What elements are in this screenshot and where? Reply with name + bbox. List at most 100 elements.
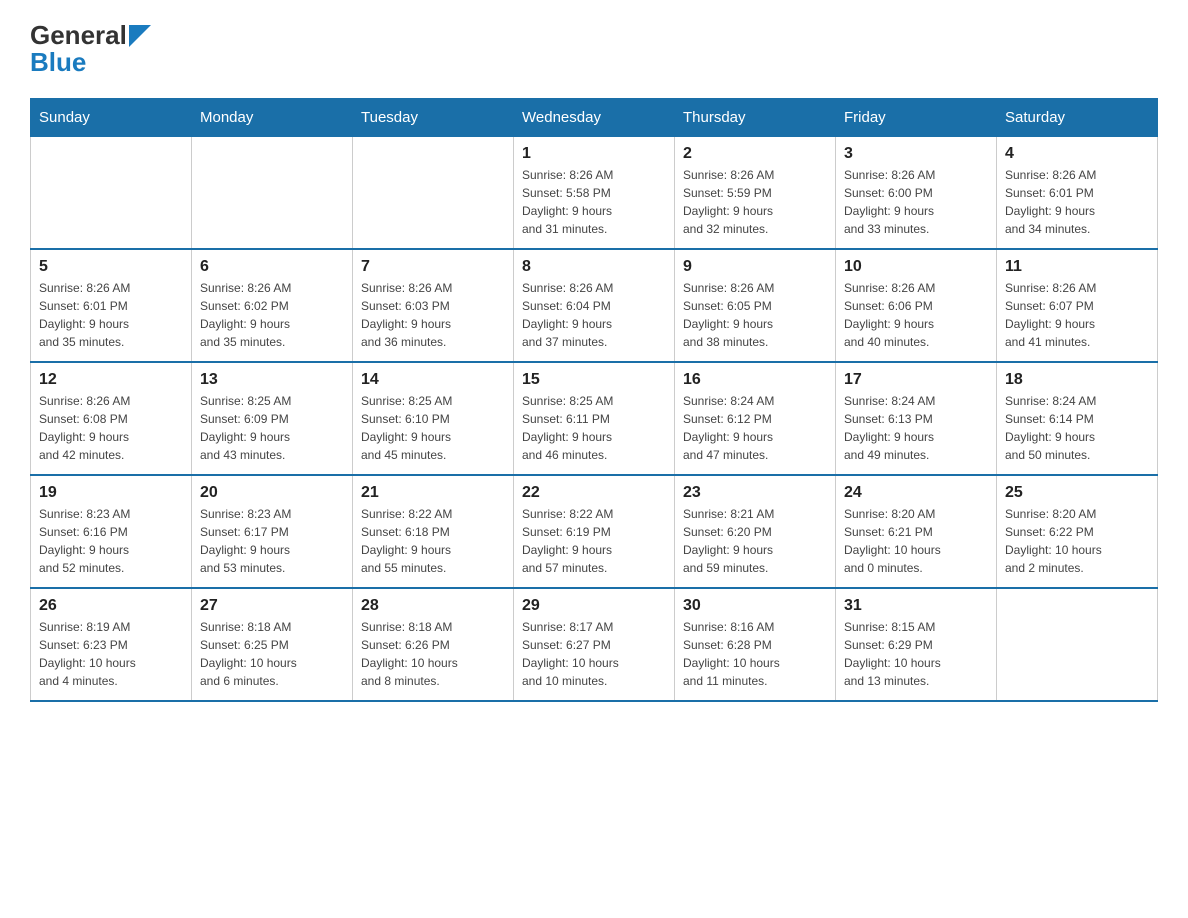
calendar-day-cell: 5 Sunrise: 8:26 AM Sunset: 6:01 PM Daylig… — [31, 249, 192, 362]
day-info: Sunrise: 8:20 AM Sunset: 6:21 PM Dayligh… — [844, 505, 988, 577]
day-info: Sunrise: 8:21 AM Sunset: 6:20 PM Dayligh… — [683, 505, 827, 577]
day-number: 7 — [361, 258, 505, 276]
day-info: Sunrise: 8:16 AM Sunset: 6:28 PM Dayligh… — [683, 618, 827, 690]
day-info: Sunrise: 8:25 AM Sunset: 6:10 PM Dayligh… — [361, 392, 505, 464]
calendar-day-cell: 29 Sunrise: 8:17 AM Sunset: 6:27 PM Dayli… — [514, 588, 675, 701]
calendar-day-cell — [997, 588, 1158, 701]
day-info: Sunrise: 8:26 AM Sunset: 6:01 PM Dayligh… — [39, 279, 183, 351]
day-number: 30 — [683, 597, 827, 615]
weekday-header-sunday: Sunday — [31, 99, 192, 137]
day-info: Sunrise: 8:23 AM Sunset: 6:17 PM Dayligh… — [200, 505, 344, 577]
day-info: Sunrise: 8:26 AM Sunset: 5:59 PM Dayligh… — [683, 166, 827, 238]
calendar-day-cell: 10 Sunrise: 8:26 AM Sunset: 6:06 PM Dayli… — [836, 249, 997, 362]
logo-blue-text: Blue — [30, 47, 86, 78]
weekday-header-monday: Monday — [192, 99, 353, 137]
day-number: 11 — [1005, 258, 1149, 276]
day-info: Sunrise: 8:24 AM Sunset: 6:12 PM Dayligh… — [683, 392, 827, 464]
calendar-day-cell: 30 Sunrise: 8:16 AM Sunset: 6:28 PM Dayli… — [675, 588, 836, 701]
calendar-day-cell: 12Sunrise: 8:26 AM Sunset: 6:08 PM Dayli… — [31, 362, 192, 475]
day-number: 5 — [39, 258, 183, 276]
logo: General Blue — [30, 20, 151, 78]
calendar-day-cell: 15Sunrise: 8:25 AM Sunset: 6:11 PM Dayli… — [514, 362, 675, 475]
day-info: Sunrise: 8:26 AM Sunset: 6:06 PM Dayligh… — [844, 279, 988, 351]
logo-triangle-icon — [129, 25, 151, 47]
day-number: 1 — [522, 145, 666, 163]
calendar-day-cell: 18 Sunrise: 8:24 AM Sunset: 6:14 PM Dayli… — [997, 362, 1158, 475]
calendar-day-cell: 16 Sunrise: 8:24 AM Sunset: 6:12 PM Dayli… — [675, 362, 836, 475]
calendar-day-cell: 8Sunrise: 8:26 AM Sunset: 6:04 PM Daylig… — [514, 249, 675, 362]
calendar-day-cell: 7 Sunrise: 8:26 AM Sunset: 6:03 PM Daylig… — [353, 249, 514, 362]
calendar-body: 1 Sunrise: 8:26 AM Sunset: 5:58 PM Daylig… — [31, 137, 1158, 702]
calendar-day-cell — [192, 137, 353, 250]
day-info: Sunrise: 8:22 AM Sunset: 6:19 PM Dayligh… — [522, 505, 666, 577]
day-info: Sunrise: 8:23 AM Sunset: 6:16 PM Dayligh… — [39, 505, 183, 577]
weekday-header-friday: Friday — [836, 99, 997, 137]
calendar-day-cell: 3 Sunrise: 8:26 AM Sunset: 6:00 PM Daylig… — [836, 137, 997, 250]
day-info: Sunrise: 8:20 AM Sunset: 6:22 PM Dayligh… — [1005, 505, 1149, 577]
calendar-week-row: 1 Sunrise: 8:26 AM Sunset: 5:58 PM Daylig… — [31, 137, 1158, 250]
day-number: 27 — [200, 597, 344, 615]
page-header: General Blue — [30, 20, 1158, 78]
day-info: Sunrise: 8:24 AM Sunset: 6:13 PM Dayligh… — [844, 392, 988, 464]
day-number: 29 — [522, 597, 666, 615]
day-number: 25 — [1005, 484, 1149, 502]
calendar-day-cell: 21Sunrise: 8:22 AM Sunset: 6:18 PM Dayli… — [353, 475, 514, 588]
day-number: 24 — [844, 484, 988, 502]
calendar-day-cell — [31, 137, 192, 250]
calendar-day-cell: 6 Sunrise: 8:26 AM Sunset: 6:02 PM Daylig… — [192, 249, 353, 362]
calendar-week-row: 19 Sunrise: 8:23 AM Sunset: 6:16 PM Dayli… — [31, 475, 1158, 588]
calendar-day-cell: 4 Sunrise: 8:26 AM Sunset: 6:01 PM Daylig… — [997, 137, 1158, 250]
day-info: Sunrise: 8:26 AM Sunset: 6:07 PM Dayligh… — [1005, 279, 1149, 351]
calendar-table: SundayMondayTuesdayWednesdayThursdayFrid… — [30, 98, 1158, 702]
day-number: 20 — [200, 484, 344, 502]
day-info: Sunrise: 8:26 AM Sunset: 6:00 PM Dayligh… — [844, 166, 988, 238]
calendar-day-cell: 11 Sunrise: 8:26 AM Sunset: 6:07 PM Dayli… — [997, 249, 1158, 362]
day-number: 15 — [522, 371, 666, 389]
weekday-header-thursday: Thursday — [675, 99, 836, 137]
calendar-header: SundayMondayTuesdayWednesdayThursdayFrid… — [31, 99, 1158, 137]
weekday-header-saturday: Saturday — [997, 99, 1158, 137]
calendar-week-row: 5 Sunrise: 8:26 AM Sunset: 6:01 PM Daylig… — [31, 249, 1158, 362]
day-info: Sunrise: 8:26 AM Sunset: 6:02 PM Dayligh… — [200, 279, 344, 351]
calendar-day-cell — [353, 137, 514, 250]
day-info: Sunrise: 8:26 AM Sunset: 6:04 PM Dayligh… — [522, 279, 666, 351]
day-number: 26 — [39, 597, 183, 615]
calendar-week-row: 12Sunrise: 8:26 AM Sunset: 6:08 PM Dayli… — [31, 362, 1158, 475]
day-number: 6 — [200, 258, 344, 276]
calendar-week-row: 26 Sunrise: 8:19 AM Sunset: 6:23 PM Dayli… — [31, 588, 1158, 701]
calendar-day-cell: 27Sunrise: 8:18 AM Sunset: 6:25 PM Dayli… — [192, 588, 353, 701]
day-number: 23 — [683, 484, 827, 502]
calendar-day-cell: 22 Sunrise: 8:22 AM Sunset: 6:19 PM Dayli… — [514, 475, 675, 588]
calendar-day-cell: 26 Sunrise: 8:19 AM Sunset: 6:23 PM Dayli… — [31, 588, 192, 701]
day-number: 22 — [522, 484, 666, 502]
day-info: Sunrise: 8:19 AM Sunset: 6:23 PM Dayligh… — [39, 618, 183, 690]
day-info: Sunrise: 8:26 AM Sunset: 5:58 PM Dayligh… — [522, 166, 666, 238]
day-info: Sunrise: 8:26 AM Sunset: 6:03 PM Dayligh… — [361, 279, 505, 351]
day-number: 19 — [39, 484, 183, 502]
weekday-header-tuesday: Tuesday — [353, 99, 514, 137]
day-number: 21 — [361, 484, 505, 502]
day-number: 31 — [844, 597, 988, 615]
day-number: 2 — [683, 145, 827, 163]
day-info: Sunrise: 8:24 AM Sunset: 6:14 PM Dayligh… — [1005, 392, 1149, 464]
day-number: 18 — [1005, 371, 1149, 389]
day-number: 14 — [361, 371, 505, 389]
weekday-header-wednesday: Wednesday — [514, 99, 675, 137]
day-number: 4 — [1005, 145, 1149, 163]
day-number: 16 — [683, 371, 827, 389]
day-number: 3 — [844, 145, 988, 163]
calendar-day-cell: 9 Sunrise: 8:26 AM Sunset: 6:05 PM Daylig… — [675, 249, 836, 362]
day-info: Sunrise: 8:26 AM Sunset: 6:01 PM Dayligh… — [1005, 166, 1149, 238]
day-number: 9 — [683, 258, 827, 276]
calendar-day-cell: 31Sunrise: 8:15 AM Sunset: 6:29 PM Dayli… — [836, 588, 997, 701]
calendar-day-cell: 14 Sunrise: 8:25 AM Sunset: 6:10 PM Dayli… — [353, 362, 514, 475]
day-info: Sunrise: 8:17 AM Sunset: 6:27 PM Dayligh… — [522, 618, 666, 690]
calendar-day-cell: 13Sunrise: 8:25 AM Sunset: 6:09 PM Dayli… — [192, 362, 353, 475]
calendar-day-cell: 23 Sunrise: 8:21 AM Sunset: 6:20 PM Dayli… — [675, 475, 836, 588]
day-number: 10 — [844, 258, 988, 276]
weekday-header-row: SundayMondayTuesdayWednesdayThursdayFrid… — [31, 99, 1158, 137]
day-info: Sunrise: 8:26 AM Sunset: 6:05 PM Dayligh… — [683, 279, 827, 351]
day-number: 28 — [361, 597, 505, 615]
day-info: Sunrise: 8:25 AM Sunset: 6:09 PM Dayligh… — [200, 392, 344, 464]
logo-container: General Blue — [30, 20, 151, 78]
